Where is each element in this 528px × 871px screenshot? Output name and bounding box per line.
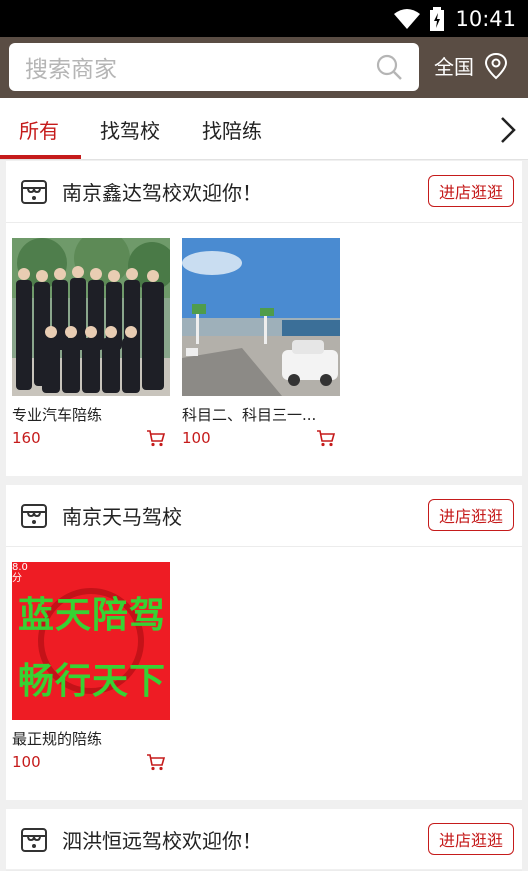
region-selector[interactable]: 全国 <box>434 51 510 80</box>
visit-store-button[interactable]: 进店逛逛 <box>428 499 514 531</box>
shop-name: 泗洪恒远驾校欢迎你！ <box>62 829 262 853</box>
product-name: 专业汽车陪练 <box>12 406 103 424</box>
image-text-line1: 蓝天陪驾 <box>17 595 166 636</box>
search-input[interactable]: 搜索商家 <box>25 50 375 84</box>
shop-name: 南京鑫达驾校欢迎你！ <box>62 181 262 205</box>
store-icon <box>21 179 47 204</box>
chevron-right-icon[interactable] <box>500 116 516 144</box>
top-header: 搜索商家 全国 <box>0 37 528 98</box>
shop-card: 南京鑫达驾校欢迎你！ 进店逛逛 专业汽车陪练 160 科目二、科目三一... 1… <box>6 161 522 476</box>
tab-practice[interactable]: 找陪练 <box>202 115 262 144</box>
product-image[interactable] <box>12 238 170 396</box>
shop-header[interactable]: 南京鑫达驾校欢迎你！ 进店逛逛 <box>6 161 522 223</box>
battery-icon <box>430 6 445 31</box>
cart-icon[interactable] <box>146 429 166 447</box>
visit-store-button[interactable]: 进店逛逛 <box>428 175 514 207</box>
region-label: 全国 <box>434 55 474 79</box>
search-box[interactable]: 搜索商家 <box>9 43 419 91</box>
product-name: 科目二、科目三一... <box>182 406 317 424</box>
shop-name: 南京天马驾校 <box>62 505 182 529</box>
product-name: 最正规的陪练 <box>12 730 103 748</box>
visit-store-button[interactable]: 进店逛逛 <box>428 823 514 855</box>
product-image[interactable] <box>182 238 340 396</box>
status-bar: 10:41 <box>0 0 528 37</box>
tab-driving-school[interactable]: 找驾校 <box>100 115 160 144</box>
product-image[interactable]: 8.0分 蓝天陪驾 畅行天下 <box>12 562 170 720</box>
active-tab-indicator <box>0 155 81 159</box>
product-item[interactable]: 专业汽车陪练 160 <box>12 238 170 447</box>
image-badge: 8.0分 <box>12 562 28 584</box>
product-item[interactable]: 科目二、科目三一... 100 <box>182 238 340 447</box>
search-icon[interactable] <box>375 53 403 81</box>
wifi-icon <box>394 8 421 29</box>
image-text-line2: 畅行天下 <box>17 661 166 702</box>
shop-card: 南京天马驾校 进店逛逛 8.0分 蓝天陪驾 畅行天下 最正规的陪练 100 <box>6 485 522 800</box>
shop-header[interactable]: 泗洪恒远驾校欢迎你！ 进店逛逛 <box>6 809 522 871</box>
category-tabs: 所有 找驾校 找陪练 <box>0 98 528 160</box>
clock: 10:41 <box>455 6 516 31</box>
cart-icon[interactable] <box>146 753 166 771</box>
tab-all[interactable]: 所有 <box>19 115 59 144</box>
location-pin-icon <box>484 52 508 79</box>
shop-header[interactable]: 南京天马驾校 进店逛逛 <box>6 485 522 547</box>
product-item[interactable]: 8.0分 蓝天陪驾 畅行天下 最正规的陪练 100 <box>12 562 170 771</box>
shop-card: 泗洪恒远驾校欢迎你！ 进店逛逛 <box>6 809 522 871</box>
store-icon <box>21 827 47 852</box>
cart-icon[interactable] <box>316 429 336 447</box>
store-icon <box>21 503 47 528</box>
